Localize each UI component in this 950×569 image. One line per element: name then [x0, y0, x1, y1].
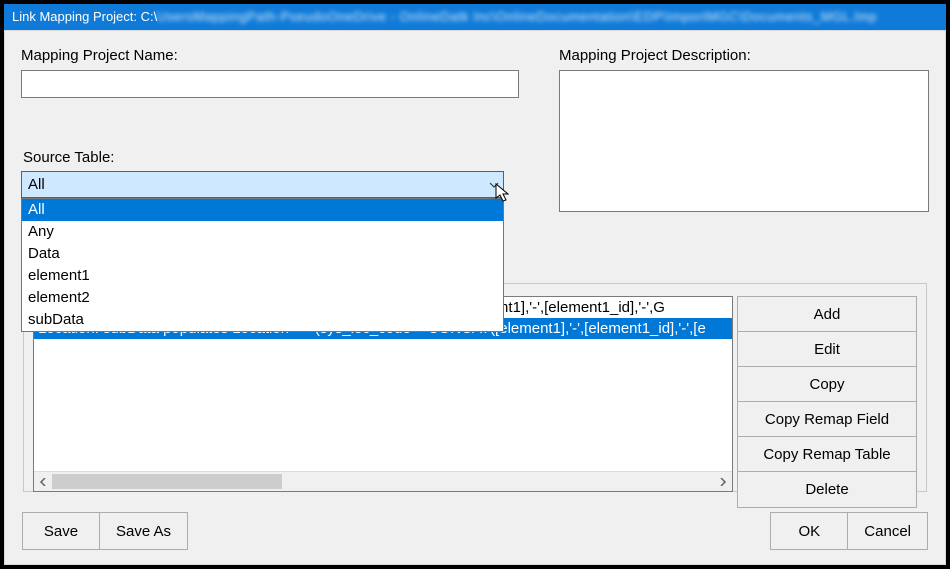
source-table-selected: All — [28, 176, 45, 193]
dropdown-option[interactable]: subData — [22, 309, 503, 331]
scroll-thumb[interactable] — [52, 474, 282, 489]
source-table-select[interactable]: All — [21, 171, 504, 198]
delete-button[interactable]: Delete — [738, 472, 916, 507]
cancel-button[interactable]: Cancel — [848, 512, 928, 550]
dropdown-option[interactable]: Data — [22, 243, 503, 265]
side-button-group: Add Edit Copy Copy Remap Field Copy Rema… — [737, 296, 917, 508]
description-label: Mapping Project Description: — [559, 47, 929, 64]
title-bar: Link Mapping Project: C:\UsersMappingPat… — [4, 4, 946, 30]
title-prefix: Link Mapping Project: C:\ — [12, 9, 157, 24]
project-name-input[interactable] — [21, 70, 519, 98]
dropdown-option[interactable]: Any — [22, 221, 503, 243]
add-button[interactable]: Add — [738, 297, 916, 332]
save-button[interactable]: Save — [22, 512, 100, 550]
dropdown-option[interactable]: element2 — [22, 287, 503, 309]
source-table-dropdown[interactable]: All Any Data element1 element2 subData — [21, 198, 504, 332]
copy-button[interactable]: Copy — [738, 367, 916, 402]
scroll-left-button[interactable] — [34, 472, 52, 491]
project-description-input[interactable] — [559, 70, 929, 212]
horizontal-scrollbar[interactable] — [34, 471, 732, 491]
dropdown-option[interactable]: element1 — [22, 265, 503, 287]
copy-remap-table-button[interactable]: Copy Remap Table — [738, 437, 916, 472]
dropdown-option[interactable]: All — [22, 199, 503, 221]
ok-button[interactable]: OK — [770, 512, 848, 550]
save-as-button[interactable]: Save As — [100, 512, 188, 550]
edit-button[interactable]: Edit — [738, 332, 916, 367]
chevron-down-icon — [489, 180, 499, 190]
source-table-label: Source Table: — [23, 149, 114, 166]
copy-remap-field-button[interactable]: Copy Remap Field — [738, 402, 916, 437]
title-path: UsersMappingPath-PseudoOneDrive - Online… — [157, 4, 877, 30]
scroll-right-button[interactable] — [714, 472, 732, 491]
name-label: Mapping Project Name: — [21, 47, 519, 64]
